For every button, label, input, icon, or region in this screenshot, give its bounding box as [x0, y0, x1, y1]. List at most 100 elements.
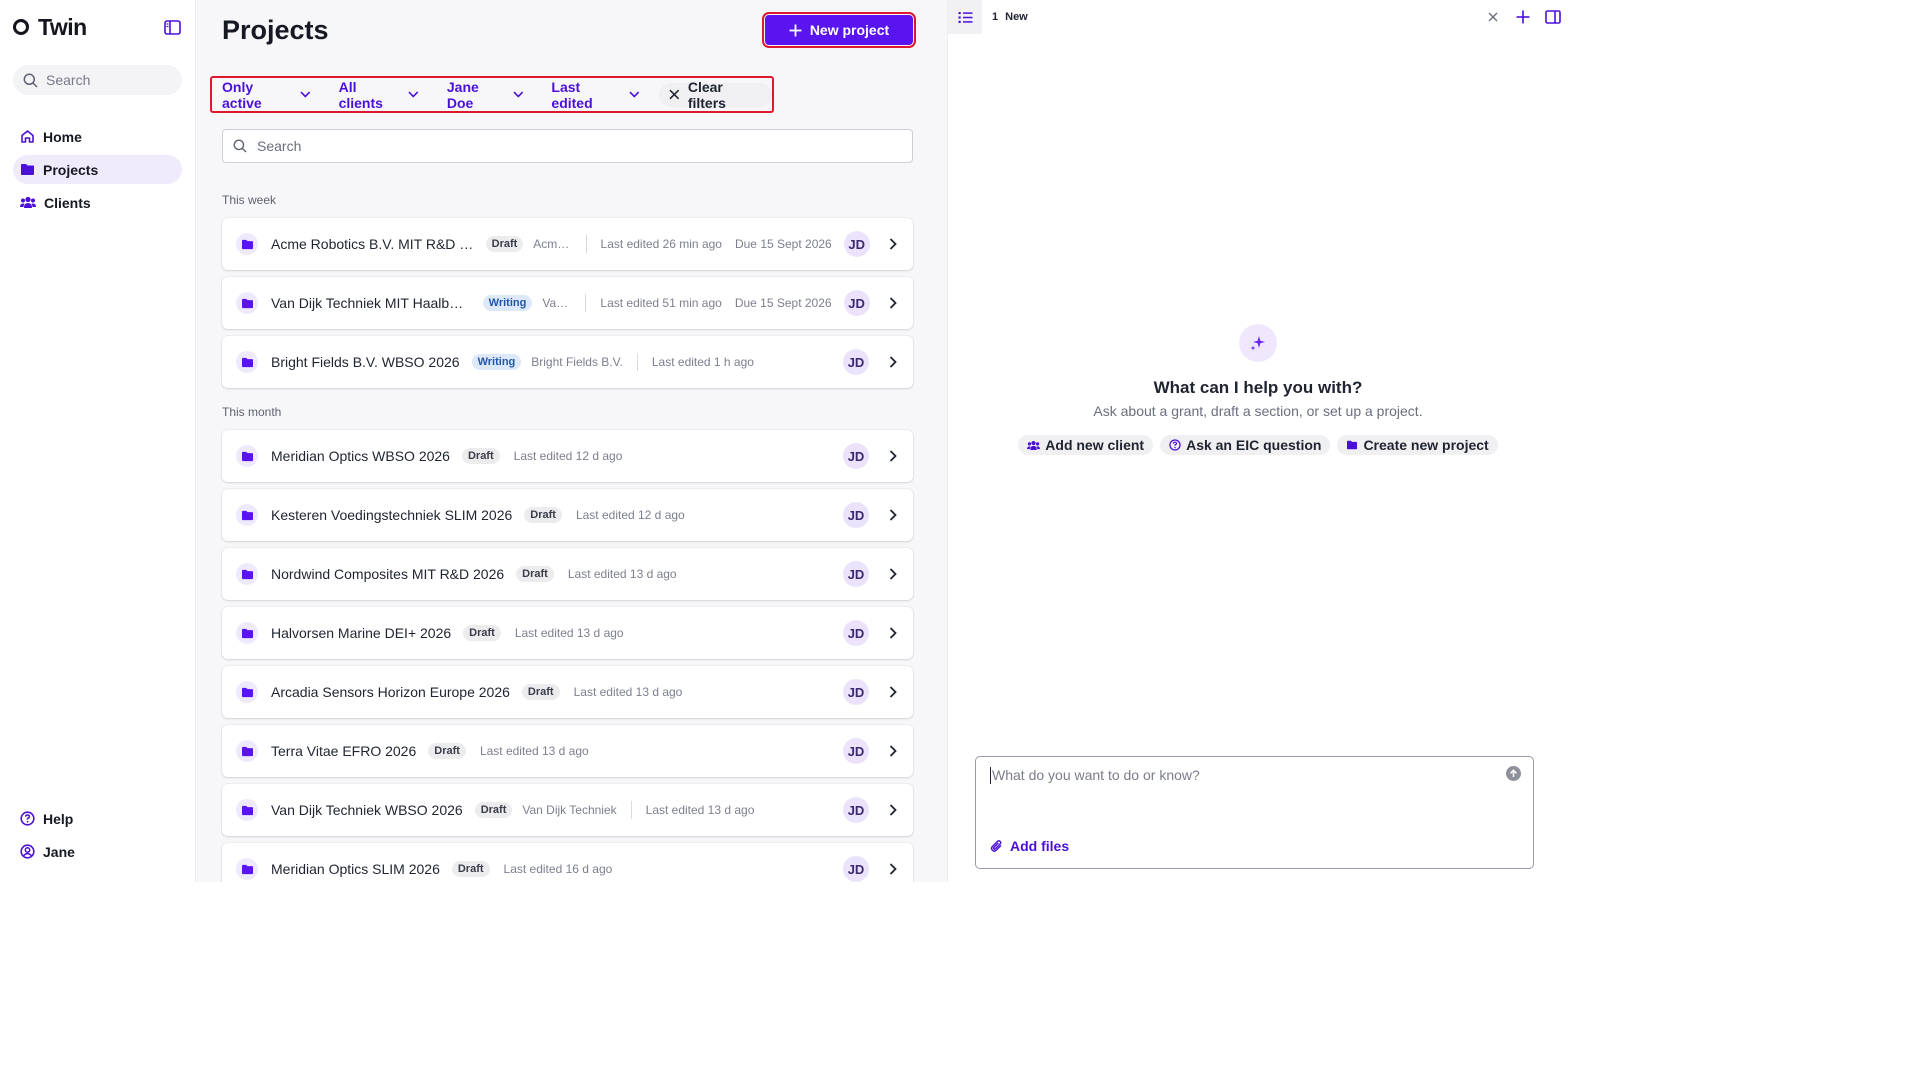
tab-list-icon[interactable] — [948, 0, 982, 34]
new-project-button[interactable]: New project — [762, 12, 916, 48]
last-edited: Last edited 12 d ago — [513, 449, 623, 463]
chevron-right-icon[interactable] — [887, 863, 899, 875]
folder-icon — [21, 164, 34, 175]
app-logo[interactable]: Twin — [13, 14, 87, 41]
folder-icon — [236, 622, 258, 644]
folder-icon — [236, 351, 258, 373]
status-badge: Writing — [482, 295, 533, 311]
last-edited: Last edited 13 d ago — [567, 567, 677, 581]
sidebar-toggle-icon[interactable] — [163, 18, 181, 36]
folder-icon — [236, 681, 258, 703]
project-row[interactable]: Arcadia Sensors Horizon Europe 2026 Draft… — [222, 666, 913, 718]
folder-icon — [236, 445, 258, 467]
add-files-button[interactable]: Add files — [990, 838, 1069, 854]
divider — [585, 294, 587, 312]
chat-input-placeholder[interactable]: What do you want to do or know? — [990, 767, 1200, 784]
projects-main: Projects New project Only active All cli… — [196, 0, 948, 882]
add-files-label: Add files — [1010, 838, 1070, 854]
owner-filter-dropdown[interactable]: Jane Doe — [447, 79, 524, 111]
chevron-right-icon[interactable] — [888, 238, 899, 250]
chevron-down-icon — [629, 91, 639, 98]
project-row[interactable]: Kesteren Voedingstechniek SLIM 2026 Draft… — [222, 489, 913, 541]
sidebar-item-help[interactable]: Help — [13, 804, 182, 833]
status-badge: Draft — [428, 743, 466, 759]
avatar: JD — [843, 738, 869, 764]
status-badge: Draft — [451, 861, 490, 877]
avatar: JD — [843, 797, 869, 823]
project-row[interactable]: Nordwind Composites MIT R&D 2026 Draft Las… — [222, 548, 913, 600]
project-row[interactable]: Terra Vitae EFRO 2026 Draft Last edited 13… — [222, 725, 913, 777]
create-new-project-chip[interactable]: Create new project — [1337, 435, 1498, 455]
clear-filters-button[interactable]: Clear filters — [659, 79, 772, 111]
project-row[interactable]: Meridian Optics SLIM 2026 Draft Last edite… — [222, 843, 913, 882]
chevron-right-icon[interactable] — [887, 745, 899, 757]
sidebar-item-clients[interactable]: Clients — [13, 188, 182, 217]
status-badge: Draft — [521, 684, 560, 700]
suggestion-chips: Add new client Ask an EIC question Creat… — [948, 435, 1568, 455]
sidebar-item-user[interactable]: Jane — [13, 837, 182, 866]
page-title: Projects — [222, 14, 329, 45]
last-edited: Last edited 13 d ago — [479, 744, 589, 758]
chevron-right-icon[interactable] — [887, 356, 899, 368]
last-edited: Last edited 51 min ago — [600, 296, 722, 310]
avatar: JD — [843, 443, 869, 469]
project-title: Arcadia Sensors Horizon Europe 2026 — [271, 684, 510, 700]
project-title: Kesteren Voedingstechniek SLIM 2026 — [271, 507, 513, 523]
folder-icon — [1347, 440, 1358, 450]
ask-eic-question-chip[interactable]: Ask an EIC question — [1160, 435, 1331, 455]
folder-icon — [236, 292, 258, 314]
chevron-right-icon[interactable] — [887, 450, 899, 462]
chevron-right-icon[interactable] — [887, 568, 899, 580]
project-row[interactable]: Bright Fields B.V. WBSO 2026 Writing Brigh… — [222, 336, 913, 388]
chevron-right-icon[interactable] — [888, 297, 899, 309]
avatar: JD — [843, 856, 869, 882]
status-badge: Draft — [485, 236, 524, 252]
project-row[interactable]: Van Dijk Techniek MIT Haalbaar... Writing… — [222, 277, 913, 329]
send-icon[interactable] — [1506, 766, 1521, 781]
users-icon — [20, 196, 36, 208]
panel-layout-icon[interactable] — [1538, 0, 1568, 34]
client-filter-label: All clients — [338, 78, 383, 111]
project-title: Van Dijk Techniek WBSO 2026 — [271, 802, 463, 818]
client-filter-dropdown[interactable]: All clients — [339, 79, 419, 111]
users-icon — [1027, 440, 1041, 450]
chevron-right-icon[interactable] — [887, 509, 899, 521]
close-tab-icon[interactable] — [1478, 0, 1508, 34]
project-title: Acme Robotics B.V. MIT R&D 20... — [271, 236, 474, 252]
status-filter-dropdown[interactable]: Only active — [222, 79, 311, 111]
avatar: JD — [843, 502, 869, 528]
group-label: This week — [222, 193, 277, 207]
status-badge: Draft — [516, 566, 554, 582]
last-edited: Last edited 26 min ago — [600, 237, 722, 251]
chevron-down-icon — [513, 91, 524, 98]
status-badge: Draft — [474, 802, 513, 818]
client-name: Van... — [542, 296, 572, 310]
app-name: Twin — [38, 13, 87, 40]
sidebar-item-projects[interactable]: Projects — [13, 155, 182, 184]
chevron-right-icon[interactable] — [887, 627, 899, 639]
help-icon — [1169, 439, 1181, 451]
project-row[interactable]: Van Dijk Techniek WBSO 2026 Draft Van Dijk… — [222, 784, 913, 836]
project-search-input[interactable]: Search — [222, 129, 913, 163]
sidebar-search[interactable]: Search — [13, 65, 182, 95]
add-tab-icon[interactable] — [1508, 0, 1538, 34]
project-row[interactable]: Meridian Optics WBSO 2026 Draft Last edite… — [222, 430, 913, 482]
project-title: Nordwind Composites MIT R&D 2026 — [271, 566, 505, 582]
sidebar: Twin Search Home Projects Clients Help J… — [0, 0, 196, 882]
chat-composer[interactable]: What do you want to do or know? Add file… — [975, 756, 1534, 869]
project-row[interactable]: Halvorsen Marine DEI+ 2026 Draft Last edit… — [222, 607, 913, 659]
help-icon — [20, 811, 35, 826]
chevron-right-icon[interactable] — [887, 686, 899, 698]
close-icon — [669, 89, 680, 100]
assistant-subheading: Ask about a grant, draft a section, or s… — [1093, 403, 1423, 419]
chevron-right-icon[interactable] — [887, 804, 899, 816]
folder-icon — [236, 233, 258, 255]
search-icon — [233, 139, 247, 153]
sidebar-item-home[interactable]: Home — [13, 122, 182, 151]
chip-label: Ask an EIC question — [1186, 437, 1322, 453]
tab-new[interactable]: 1 New — [992, 11, 1028, 23]
sort-dropdown[interactable]: Last edited — [551, 79, 639, 111]
add-new-client-chip[interactable]: Add new client — [1018, 435, 1154, 455]
project-row[interactable]: Acme Robotics B.V. MIT R&D 20... Draft Acm… — [222, 218, 913, 270]
divider — [636, 353, 638, 371]
